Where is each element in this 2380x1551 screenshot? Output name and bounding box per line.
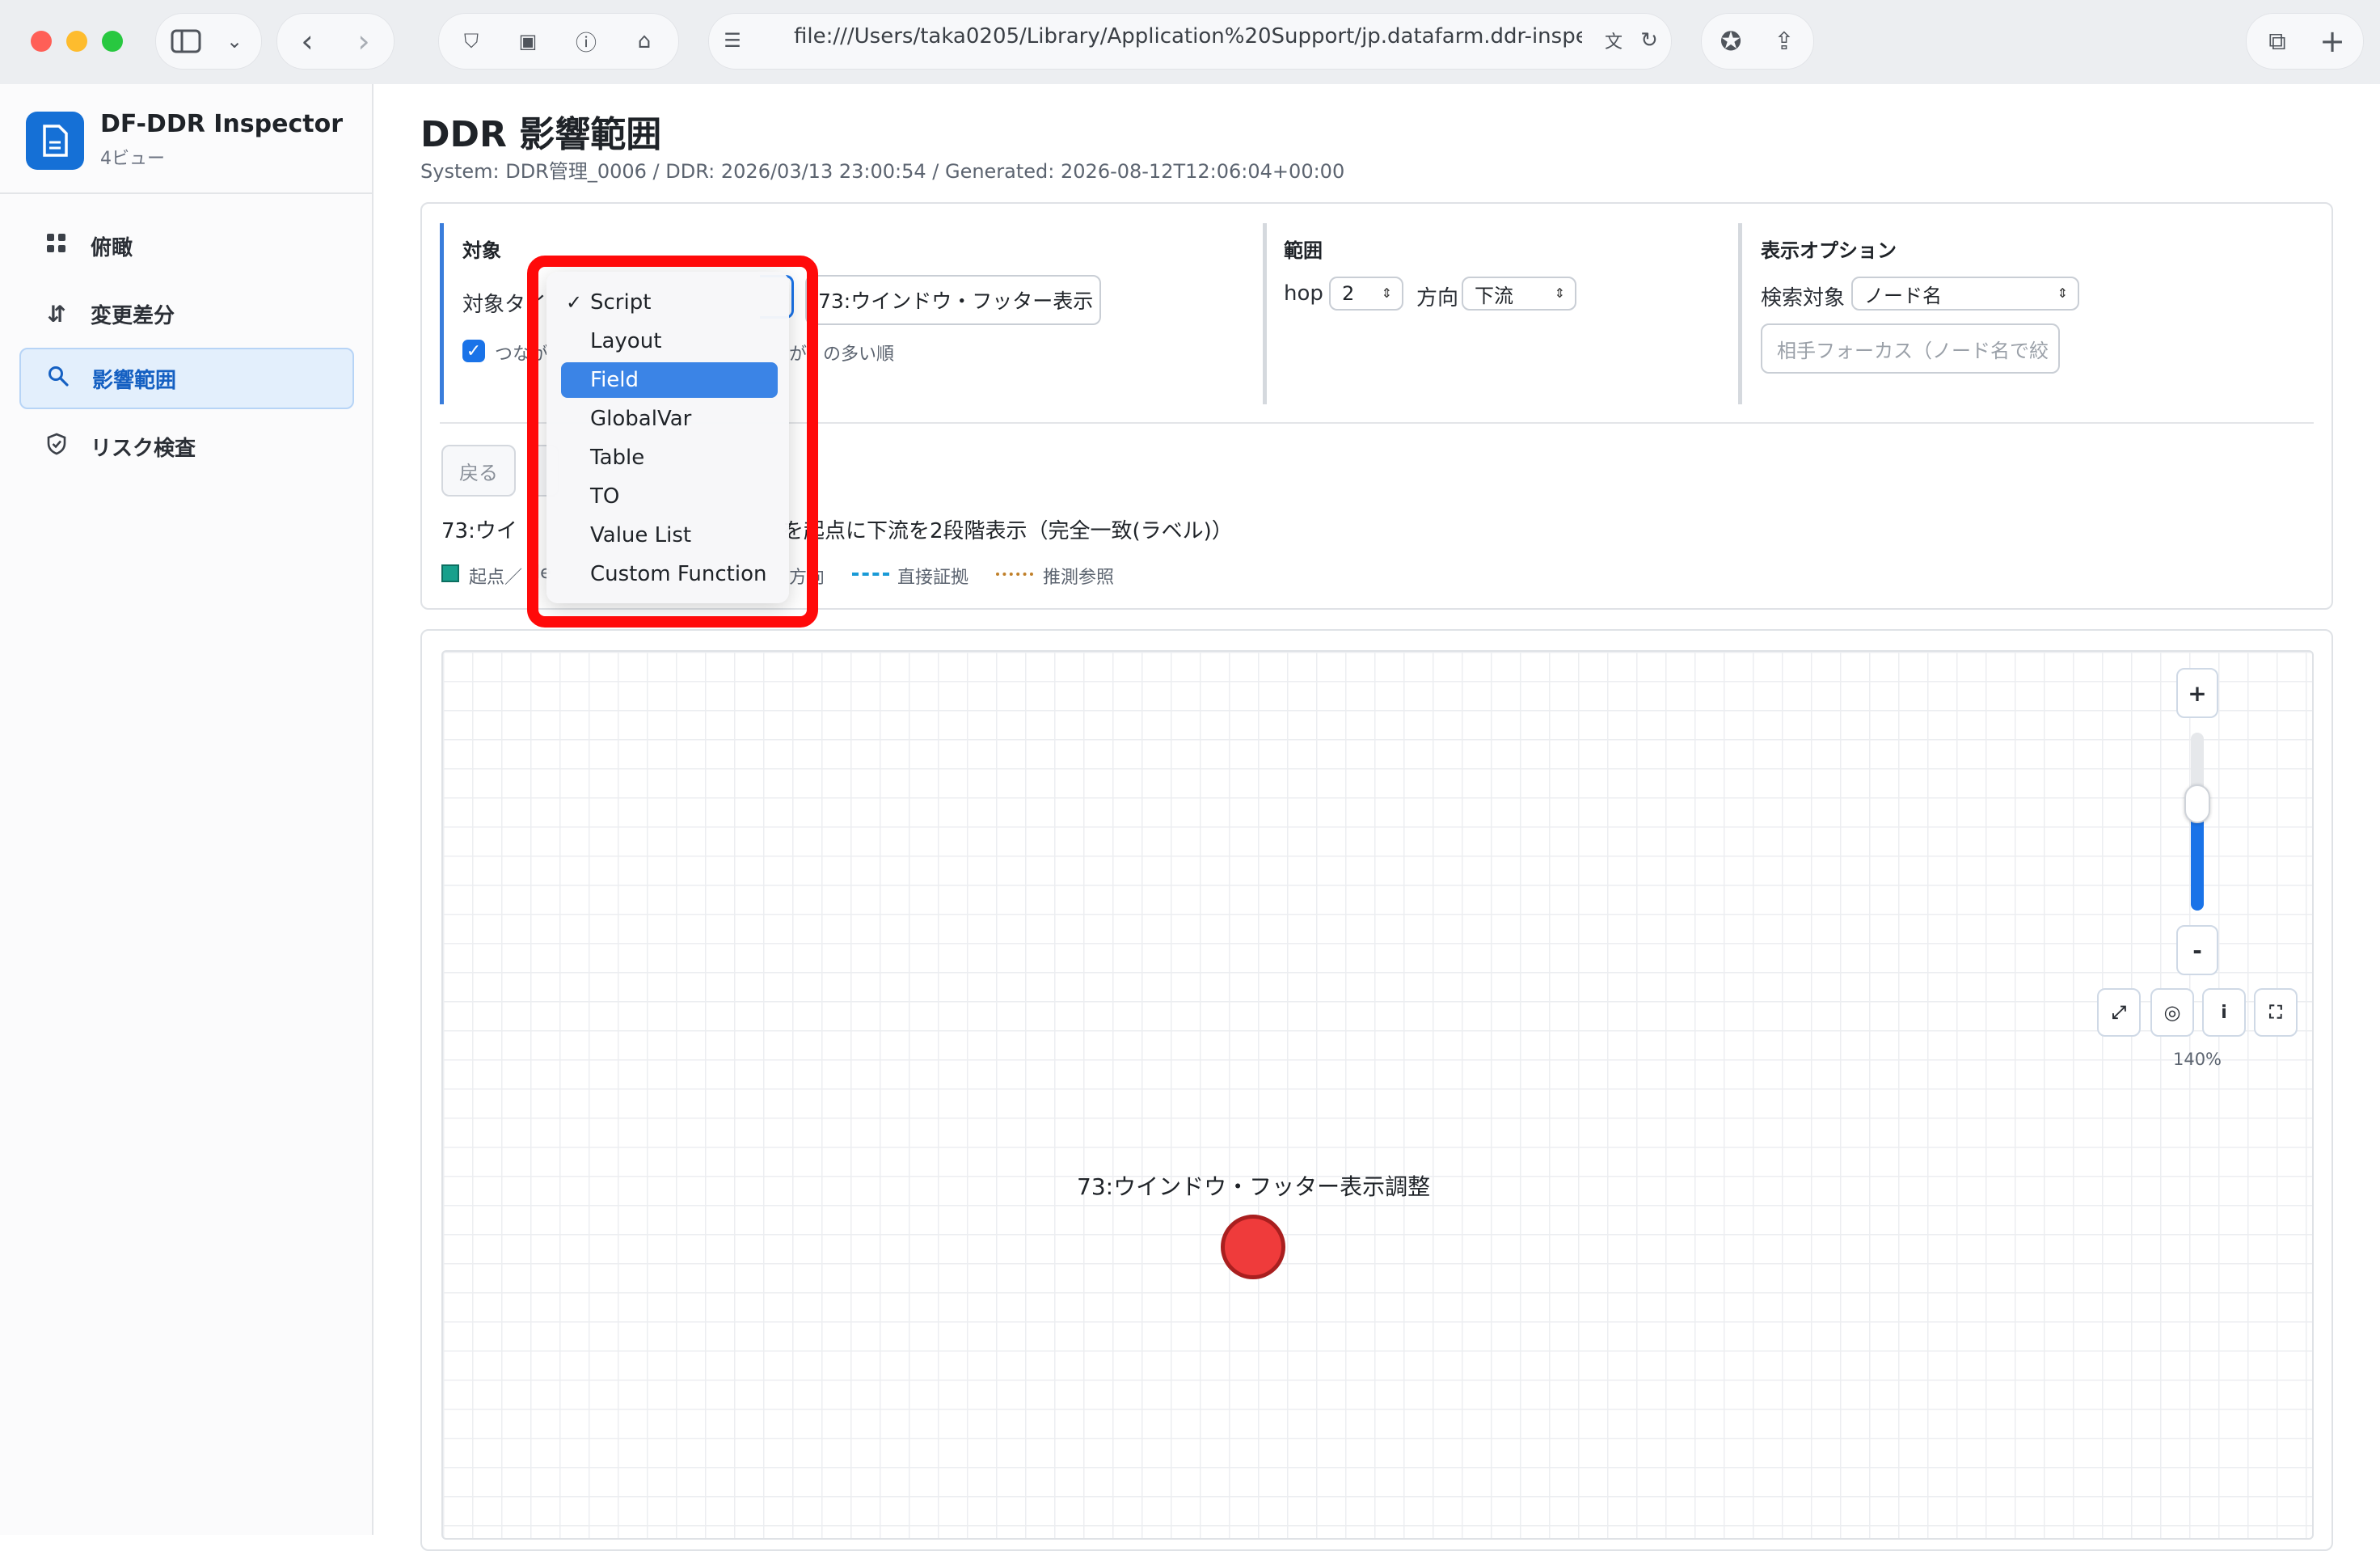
direction-label: 方向 [1416,286,1459,311]
forward-arrow-icon[interactable]: › [346,23,382,60]
share-icon[interactable]: ⇪ [1766,23,1803,60]
target-section-bar [440,223,444,404]
page-title: DDR 影響範囲 [420,114,662,155]
search-target-select[interactable]: ノード名 ⇕ [1851,277,2079,311]
sidebar-item-impact[interactable]: 影響範囲 [19,348,354,409]
sidebar-toggle-icon[interactable] [168,24,204,58]
focus-input[interactable]: 相手フォーカス（ノード名で絞 [1761,323,2060,374]
page-menu-icon[interactable]: ☰ [716,24,749,57]
legend-origin-swatch [441,564,459,582]
app-subtitle: 4ビュー [100,149,165,169]
reload-icon[interactable]: ↻ [1633,24,1665,57]
graph-canvas[interactable] [441,650,2314,1540]
range-section-bar [1263,223,1267,404]
sort-arrows-icon: ⇵ [47,300,66,328]
connections-checkbox[interactable]: ✓ [462,340,485,362]
sidebar-item-label: 影響範囲 [92,368,177,393]
search-target-value: ノード名 [1864,284,1942,307]
new-tab-icon[interactable]: + [2314,23,2351,60]
sidebar-item-overview[interactable]: 俯瞰 [19,215,354,277]
chevron-down-icon[interactable]: ⌄ [218,24,251,58]
history-nav-group: ‹ › [276,13,395,70]
graph-node[interactable] [1221,1215,1285,1279]
legend-direct-label: 直接証拠 [897,568,969,588]
tab-overview-icon[interactable]: ⧉ [2259,23,2296,60]
sidebar-item-label: 変更差分 [91,303,175,328]
media-extension-icon[interactable]: ▣ [509,24,546,58]
target-value-select[interactable]: 73:ウインドウ・フッター表示 [805,275,1101,325]
actions-group: ✪ ⇪ [1701,13,1814,70]
updown-chevron-icon: ⇕ [1381,285,1392,301]
zoom-slider-thumb[interactable] [2184,784,2210,823]
translate-icon[interactable]: 文 [1597,24,1630,57]
search-icon [42,366,74,392]
shield-extension-icon[interactable]: ⛉ [453,24,490,58]
sidebar-divider [0,192,373,194]
grid-icon [40,233,73,260]
legend-origin-label: 起点／ [469,568,523,588]
direction-value: 下流 [1475,284,1513,307]
close-window-button[interactable] [31,31,52,52]
back-button[interactable]: 戻る [441,445,516,497]
node-label: 73:ウインドウ・フッター表示調整 [1077,1173,1431,1200]
zoom-level: 140% [2172,1050,2222,1069]
home-icon[interactable]: ⌂ [626,24,663,58]
hop-select[interactable]: 2 ⇕ [1329,277,1403,311]
page-meta: System: DDR管理_0006 / DDR: 2026/03/13 23:… [420,160,1345,183]
zoom-in-button[interactable]: + [2176,668,2218,718]
sidebar-item-label: 俯瞰 [91,235,133,260]
direction-select[interactable]: 下流 ⇕ [1462,277,1576,311]
sidebar-item-diff[interactable]: ⇵ 変更差分 [19,283,354,344]
summary-prefix: 73:ウイ [441,519,517,543]
hop-value: 2 [1342,282,1355,305]
target-section-title: 対象 [462,239,501,262]
sidebar-item-risk[interactable]: リスク検査 [19,416,354,477]
app-logo-icon [26,112,84,170]
summary-text: を起点に下流を2段階表示（完全一致(ラベル)） [783,519,1233,543]
sidebar-toggle-group: ⌄ [155,13,262,70]
back-arrow-icon[interactable]: ‹ [289,23,325,60]
fit-view-icon[interactable]: ⤢ [2097,988,2141,1037]
zoom-window-button[interactable] [102,31,123,52]
legend-direct-line [852,573,889,576]
app-title: DF-DDR Inspector [100,110,343,138]
info-icon[interactable]: i [2202,988,2246,1037]
search-target-label: 検索対象 [1761,286,1846,311]
extension-puzzle-icon[interactable]: ✪ [1712,23,1749,60]
display-section-title: 表示オプション [1761,239,1897,262]
legend-inferred-line [996,573,1033,576]
fullscreen-icon[interactable]: ⛶ [2254,988,2298,1037]
center-target-icon[interactable]: ◎ [2150,988,2194,1037]
display-section-bar [1738,223,1742,404]
legend-inferred-label: 推測参照 [1043,568,1115,588]
shield-check-icon [40,433,73,461]
zoom-out-button[interactable]: - [2176,925,2218,975]
sort-label: の多い順 [823,344,895,365]
sidebar-item-label: リスク検査 [91,436,196,461]
url-text[interactable]: file:///Users/taka0205/Library/Applicati… [794,24,1582,49]
minimize-window-button[interactable] [66,31,87,52]
annotation-highlight-box [527,256,818,628]
hop-label: hop [1284,281,1323,306]
tabs-group: ⧉ + [2246,13,2364,70]
extensions-group: ⛉ ▣ ⓘ ⌂ [438,13,679,70]
updown-chevron-icon: ⇕ [2057,285,2068,301]
range-section-title: 範囲 [1284,239,1323,262]
password-extension-icon[interactable]: ⓘ [568,24,605,58]
updown-chevron-icon: ⇕ [1554,285,1565,301]
